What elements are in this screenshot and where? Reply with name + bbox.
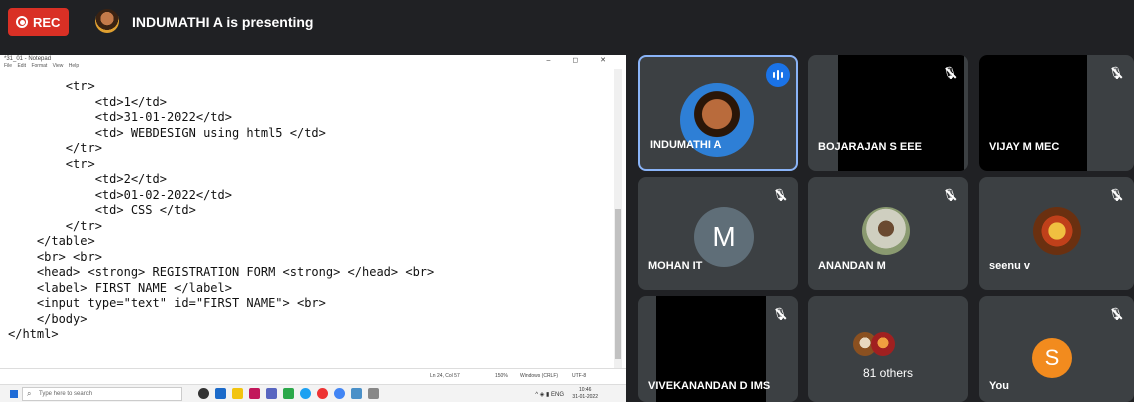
check-icon [283,388,294,399]
participant-tile-you[interactable]: 🎙 S You [979,296,1134,402]
code-line: <td>1</td> [8,94,167,109]
teams-icon [266,388,277,399]
participant-name: MOHAN IT [648,260,703,272]
chrome-icon [334,388,345,399]
others-count: 81 others [862,366,914,380]
code-line: <tr> [8,156,95,171]
code-line: </table> [8,234,95,248]
taskbar-app-icons [198,388,379,399]
code-line: </tr> [8,141,102,155]
notepad-taskbar-icon [351,388,362,399]
code-line: <head> <strong> REGISTRATION FORM <stron… [8,265,435,279]
code-line: <input type="text" id="FIRST NAME"> <br> [8,296,326,310]
system-tray: ^ ◈ ▮ ENG [535,392,564,398]
avatar: M [694,207,754,267]
mic-off-icon: 🎙 [1108,307,1124,321]
notepad-titlebar: *31_01 - Notepad – ◻ ✕ [0,55,626,69]
code-line: <td> WEBDESIGN using html5 </td> [8,125,326,140]
code-line: <td>31-01-2022</td> [8,110,232,124]
mic-off-icon: 🎙 [1108,188,1124,202]
speaking-icon [766,63,790,87]
mic-off-icon: 🎙 [772,188,788,202]
notepad-code: <tr> <td>1</td> <td>31-01-2022</td> <td>… [8,79,434,343]
status-line-ending: Windows (CRLF) [520,373,559,379]
code-line: <td>2</td> [8,172,167,186]
avatar [871,332,895,356]
taskview-icon [215,388,226,399]
presenting-text: INDUMATHI A is presenting [132,14,314,30]
code-line: </body> [8,311,88,326]
code-line: <td> CSS </td> [8,203,196,217]
app-icon [249,388,260,399]
participant-tile-indumathi[interactable]: INDUMATHI A [638,55,798,171]
taskbar-search: Type here to search [22,387,182,401]
code-line: </tr> [8,218,102,233]
app-icon-2 [368,388,379,399]
code-line: <tr> [8,79,95,93]
code-line: <br> <br> [8,249,102,264]
taskbar-clock: 10:46 31-01-2022 [572,387,598,400]
notepad-menu: File Edit Format View Help [4,63,80,69]
participant-tile-mohan[interactable]: 🎙 M MOHAN IT [638,177,798,290]
edge-icon [300,388,311,399]
mic-off-icon: 🎙 [772,307,788,321]
participant-name: seenu v [989,260,1030,272]
participant-tile-bojarajan[interactable]: 🎙 BOJARAJAN S EEE [808,55,968,171]
cortana-icon [198,388,209,399]
participant-tile-seenu[interactable]: 🎙 seenu v [979,177,1134,290]
opera-icon [317,388,328,399]
mic-off-icon: 🎙 [1108,66,1124,80]
participant-name: ANANDAN M [818,260,886,272]
mic-off-icon: 🎙 [942,66,958,80]
participant-name: BOJARAJAN S EEE [818,141,922,153]
avatar [862,207,910,255]
participant-name: VIVEKANANDAN D IMS [648,380,771,392]
window-controls: – ◻ ✕ [546,57,616,64]
file-explorer-icon [232,388,243,399]
code-line: <label> FIRST NAME </label> [8,280,232,295]
participant-name: INDUMATHI A [650,139,722,151]
rec-label: REC [33,14,61,30]
record-icon [16,16,28,28]
participant-name: You [989,380,1009,392]
code-line: </html> [8,327,59,341]
recording-badge[interactable]: REC [8,8,69,36]
participant-name: VIJAY M MEC [989,141,1060,153]
notepad-scrollbar [614,69,622,369]
status-position: Ln 24, Col 57 [430,373,460,379]
notepad-title: *31_01 - Notepad [4,56,52,62]
video-feed [979,55,1087,171]
notepad-statusbar: Ln 24, Col 57 150% Windows (CRLF) UTF-8 [0,368,626,382]
participant-tile-vijay[interactable]: 🎙 VIJAY M MEC [979,55,1134,171]
participant-tile-vivekanandan[interactable]: 🎙 VIVEKANANDAN D IMS [638,296,798,402]
mic-off-icon: 🎙 [942,188,958,202]
status-encoding: UTF-8 [572,373,587,379]
status-zoom: 150% [495,373,508,379]
windows-taskbar: Type here to search ^ ◈ ▮ ENG 10:46 31-0… [0,384,626,402]
avatar [1033,207,1081,255]
others-tile[interactable]: 81 others [808,296,968,402]
participant-tile-anandan[interactable]: 🎙 ANANDAN M [808,177,968,290]
code-line: <td>01-02-2022</td> [8,187,232,202]
avatar: S [1032,338,1072,378]
shared-screen: *31_01 - Notepad – ◻ ✕ File Edit Format … [0,55,626,402]
presenter-avatar [95,9,119,33]
windows-start-icon [10,390,18,398]
meeting-topbar: REC INDUMATHI A is presenting [0,0,1134,44]
